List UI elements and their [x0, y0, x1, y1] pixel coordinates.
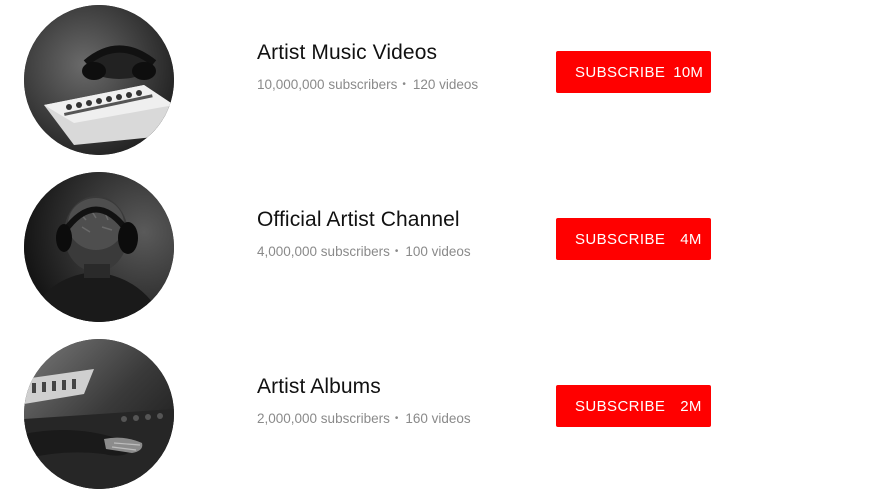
hands-on-console-photo: [24, 339, 174, 489]
subscriber-count: 4,000,000 subscribers: [257, 244, 390, 259]
channel-info: Artist Albums 2,000,000 subscribers • 160 …: [257, 374, 547, 428]
separator-dot: •: [394, 246, 399, 257]
subscriber-count: 10,000,000 subscribers: [257, 77, 398, 92]
channel-row: Official Artist Channel 4,000,000 subscr…: [0, 167, 870, 327]
channel-title[interactable]: Artist Albums: [257, 374, 547, 400]
separator-dot: •: [402, 79, 406, 90]
channel-meta: 4,000,000 subscribers • 100 videos: [257, 243, 547, 261]
channel-avatar[interactable]: [24, 172, 174, 322]
subscribe-count: 4M: [680, 230, 702, 248]
subscribe-button[interactable]: SUBSCRIBE 4M: [556, 218, 711, 260]
channel-row: Artist Albums 2,000,000 subscribers • 160 …: [0, 334, 870, 494]
channel-info: Official Artist Channel 4,000,000 subscr…: [257, 207, 547, 261]
subscribe-count: 10M: [673, 63, 704, 81]
mixing-console-photo: [24, 5, 174, 155]
subscribe-button[interactable]: SUBSCRIBE 10M: [556, 51, 711, 93]
channel-meta: 2,000,000 subscribers • 160 videos: [257, 410, 547, 428]
channel-meta: 10,000,000 subscribers • 120 videos: [257, 76, 547, 94]
subscribe-count: 2M: [680, 397, 702, 415]
channel-row: Artist Music Videos 10,000,000 subscribe…: [0, 0, 870, 160]
subscribe-button[interactable]: SUBSCRIBE 2M: [556, 385, 711, 427]
video-count: 160 videos: [405, 411, 471, 426]
channel-info: Artist Music Videos 10,000,000 subscribe…: [257, 40, 547, 94]
subscriber-count: 2,000,000 subscribers: [257, 411, 390, 426]
subscribe-label: SUBSCRIBE: [575, 397, 666, 415]
channel-avatar[interactable]: [24, 339, 174, 489]
separator-dot: •: [394, 413, 399, 424]
headphones-person-photo: [24, 172, 174, 322]
video-count: 100 videos: [405, 244, 471, 259]
channel-avatar[interactable]: [24, 5, 174, 155]
channel-title[interactable]: Official Artist Channel: [257, 207, 547, 233]
subscribe-label: SUBSCRIBE: [575, 63, 666, 81]
subscribe-label: SUBSCRIBE: [575, 230, 666, 248]
video-count: 120 videos: [412, 77, 479, 92]
channel-list: Artist Music Videos 10,000,000 subscribe…: [0, 0, 870, 497]
channel-title[interactable]: Artist Music Videos: [257, 40, 547, 66]
